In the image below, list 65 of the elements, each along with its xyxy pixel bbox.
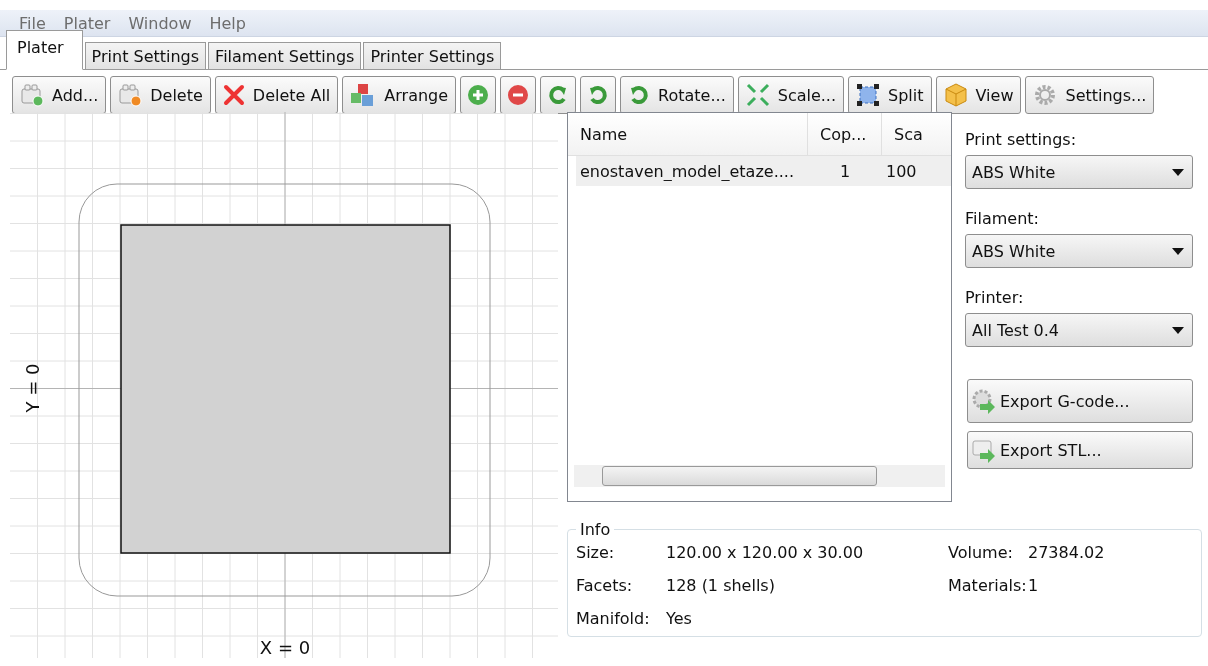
info-value: 128 (1 shells) [666,576,776,595]
info-value: 120.00 x 120.00 x 30.00 [666,543,865,562]
toolbar-button[interactable]: Delete All [214,76,339,114]
column-header[interactable]: Cop... [808,113,882,155]
info-value: 1 [1028,576,1040,595]
toolbar-button[interactable]: Settings... [1025,76,1155,114]
preset-dropdown[interactable]: ABS White [965,234,1193,268]
info-label: Size: [576,543,616,562]
info-label: Volume: [948,543,1014,562]
cross-icon [222,84,245,106]
tab[interactable]: Printer Settings [363,42,502,69]
info-label: Facets: [576,576,634,595]
info-title: Info [579,520,612,539]
toolbar-icon-button[interactable] [580,76,617,114]
info-value: 27384.02 [1028,543,1106,562]
caret-icon [1172,247,1184,255]
export-button[interactable]: Export STL... [967,431,1193,469]
toolbar-icon-button[interactable] [460,76,497,114]
y-axis-label: Y = 0 [22,363,43,413]
tab[interactable]: Filament Settings [208,42,362,69]
toolbar-button[interactable]: View [935,76,1022,114]
gear-icon [1033,83,1058,107]
tab[interactable]: Print Settings [84,42,207,69]
box-icon [943,83,968,107]
caret-icon [1172,168,1184,176]
brick-minus-icon [118,83,143,107]
preset-dropdown[interactable]: ABS White [965,155,1193,189]
brick-plus-icon [20,83,44,107]
toolbar-button[interactable]: Split [848,76,932,114]
preset-label: Filament: [965,209,1040,228]
toolbar-button[interactable]: Rotate... [620,76,734,114]
info-value: Yes [666,609,693,628]
toolbar-button[interactable]: Scale... [737,76,845,114]
table-cell-text: enostaven_model_etaze.... [579,161,795,181]
info-label: Materials: [948,576,1028,595]
rotate-icon [628,84,651,106]
table-cell-text: 100 [885,161,918,181]
split-icon [856,83,881,107]
x-axis-label: X = 0 [259,637,311,658]
caret-icon [1172,326,1184,334]
preset-label: Printer: [965,288,1025,307]
plus-icon [467,84,490,106]
object-row[interactable]: enostaven_model_etaze.... 1 100 [576,156,951,186]
preset-label: Print settings: [965,130,1078,149]
rotate-right-icon [587,84,610,106]
info-label: Manifold: [576,609,651,628]
minus-icon [507,84,530,106]
menu-item[interactable]: Help [200,13,255,33]
scale-arrows-icon [745,83,770,107]
table-cell-text: 1 [838,161,852,181]
export-button[interactable]: Export G-code... [967,379,1193,423]
column-header[interactable]: Sca [882,113,951,155]
toolbar-button[interactable]: Add... [12,76,107,114]
toolbar-icon-button[interactable] [500,76,537,114]
menu-item[interactable]: File [10,13,55,33]
tab[interactable]: Plater [6,30,83,70]
menu-item[interactable]: Window [119,13,201,33]
gear-arrow-icon [970,387,998,415]
preset-dropdown[interactable]: All Test 0.4 [965,313,1193,347]
toolbar-button[interactable]: Arrange [342,76,457,114]
menu-item[interactable]: Plater [54,13,120,33]
toolbar-button[interactable]: Delete [110,76,211,114]
column-header[interactable]: Name [568,113,808,155]
toolbar-icon-button[interactable] [540,76,577,114]
horizontal-scrollbar[interactable] [574,465,945,487]
